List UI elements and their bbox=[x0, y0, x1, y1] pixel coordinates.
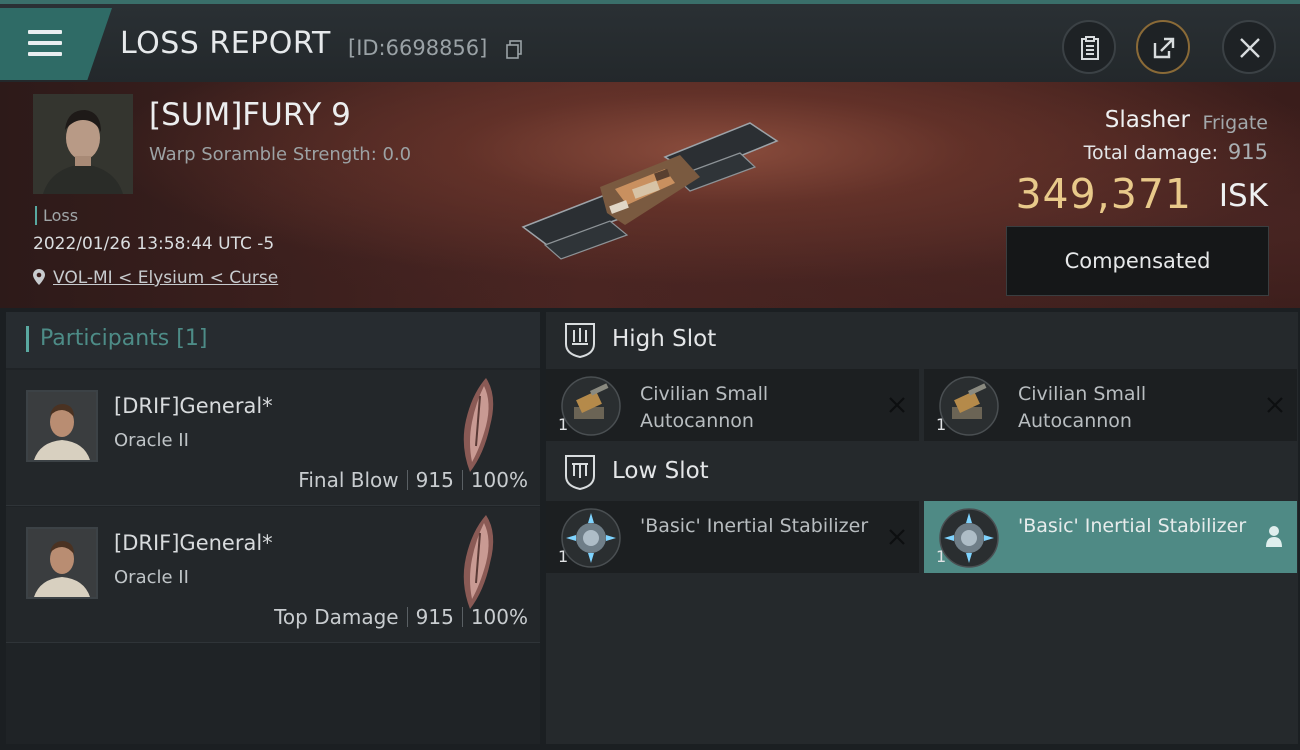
participant-row[interactable]: [DRIF]General* Oracle II Top Damage 915 10… bbox=[6, 507, 540, 643]
participant-avatar[interactable] bbox=[26, 527, 98, 599]
ship-render-image bbox=[521, 122, 779, 260]
module-quantity: 1 bbox=[558, 415, 569, 434]
participant-ship: Oracle II bbox=[114, 567, 189, 588]
participant-ship-image bbox=[463, 378, 494, 472]
participant-avatar[interactable] bbox=[26, 390, 98, 462]
ship-class: Frigate bbox=[1202, 112, 1268, 134]
module-quantity: 1 bbox=[558, 547, 569, 566]
total-damage-label: Total damage: bbox=[1083, 142, 1218, 164]
victim-avatar[interactable] bbox=[33, 94, 133, 194]
header-bar: LOSS REPORT [ID:6698856] bbox=[0, 0, 1300, 82]
close-icon bbox=[1240, 38, 1260, 58]
warp-scramble-strength: Warp Soramble Strength: 0.0 bbox=[149, 144, 412, 165]
dropped-person-icon bbox=[1266, 526, 1282, 547]
destroyed-x-icon bbox=[889, 529, 905, 545]
clipboard-button[interactable] bbox=[1062, 20, 1116, 74]
copy-icon[interactable] bbox=[506, 40, 522, 59]
module-slot[interactable]: 1 Civilian Small Autocannon bbox=[546, 369, 919, 441]
isk-unit: ISK bbox=[1218, 178, 1268, 214]
autocannon-icon bbox=[561, 376, 621, 436]
low-slot-icon bbox=[565, 455, 595, 490]
participant-name[interactable]: [DRIF]General* bbox=[114, 394, 273, 418]
participants-count: [1] bbox=[176, 326, 208, 351]
module-slot[interactable]: 1 'Basic' Inertial Stabilizer bbox=[924, 501, 1297, 573]
location-link[interactable]: VOL-MI < Elysium < Curse bbox=[33, 268, 278, 288]
participant-ship-image bbox=[463, 515, 494, 609]
low-slot-header: Low Slot bbox=[546, 444, 1298, 500]
module-quantity: 1 bbox=[936, 547, 947, 566]
participant-percent: 100% bbox=[470, 605, 528, 629]
participant-role: Top Damage bbox=[274, 605, 399, 629]
inertial-stabilizer-icon bbox=[939, 508, 999, 568]
participant-portrait-image bbox=[28, 529, 96, 597]
pilot-portrait-image bbox=[33, 94, 133, 194]
participant-ship: Oracle II bbox=[114, 430, 189, 451]
participant-role: Final Blow bbox=[298, 468, 399, 492]
module-name: 'Basic' Inertial Stabilizer bbox=[640, 515, 869, 537]
module-slot[interactable]: 1 'Basic' Inertial Stabilizer bbox=[546, 501, 919, 573]
module-name: 'Basic' Inertial Stabilizer bbox=[1018, 515, 1247, 537]
report-id: [ID:6698856] bbox=[348, 36, 488, 60]
hamburger-menu-icon bbox=[28, 30, 62, 56]
location-text[interactable]: VOL-MI < Elysium < Curse bbox=[53, 268, 278, 288]
location-pin-icon bbox=[33, 269, 45, 285]
close-button[interactable] bbox=[1222, 20, 1276, 74]
participant-percent: 100% bbox=[470, 468, 528, 492]
module-name: Civilian Small Autocannon bbox=[640, 383, 769, 432]
high-slot-header: High Slot bbox=[546, 312, 1298, 368]
destroyed-x-icon bbox=[889, 397, 905, 413]
total-damage-value: 915 bbox=[1227, 140, 1268, 164]
share-export-icon bbox=[1153, 37, 1175, 59]
participant-damage: 915 bbox=[415, 468, 454, 492]
low-slot-title: Low Slot bbox=[612, 458, 709, 484]
loss-datetime: 2022/01/26 13:58:44 UTC -5 bbox=[33, 234, 275, 254]
share-button[interactable] bbox=[1136, 20, 1190, 74]
autocannon-icon bbox=[939, 376, 999, 436]
page-title: LOSS REPORT bbox=[120, 26, 331, 61]
victim-name[interactable]: [SUM]FURY 9 bbox=[149, 97, 351, 133]
ship-name[interactable]: Slasher bbox=[1105, 107, 1190, 133]
compensated-button[interactable]: Compensated bbox=[1006, 226, 1269, 296]
participant-row[interactable]: [DRIF]General* Oracle II Final Blow 915 10… bbox=[6, 370, 540, 506]
destroyed-x-icon bbox=[1267, 397, 1283, 413]
clipboard-icon bbox=[1081, 36, 1099, 60]
high-slot-title: High Slot bbox=[612, 326, 717, 352]
module-name: Civilian Small Autocannon bbox=[1018, 383, 1147, 432]
participant-damage: 915 bbox=[415, 605, 454, 629]
menu-button[interactable] bbox=[0, 8, 112, 80]
participant-portrait-image bbox=[28, 392, 96, 460]
module-quantity: 1 bbox=[936, 415, 947, 434]
participant-stats: Top Damage 915 100% bbox=[274, 605, 528, 629]
module-slot[interactable]: 1 Civilian Small Autocannon bbox=[924, 369, 1297, 441]
participants-header: Participants [1] bbox=[6, 312, 540, 368]
isk-value: 349,371 bbox=[1015, 170, 1192, 218]
participants-panel: Participants [1] [DRIF]General* Oracle I… bbox=[6, 312, 540, 744]
fitting-panel: High Slot 1 Civilian Small Autocannon 1 … bbox=[546, 312, 1298, 744]
high-slot-icon bbox=[565, 323, 595, 358]
loss-tag: Loss bbox=[35, 206, 78, 225]
participant-name[interactable]: [DRIF]General* bbox=[114, 531, 273, 555]
participant-stats: Final Blow 915 100% bbox=[298, 468, 528, 492]
participants-title: Participants [1] bbox=[40, 326, 208, 351]
inertial-stabilizer-icon bbox=[561, 508, 621, 568]
